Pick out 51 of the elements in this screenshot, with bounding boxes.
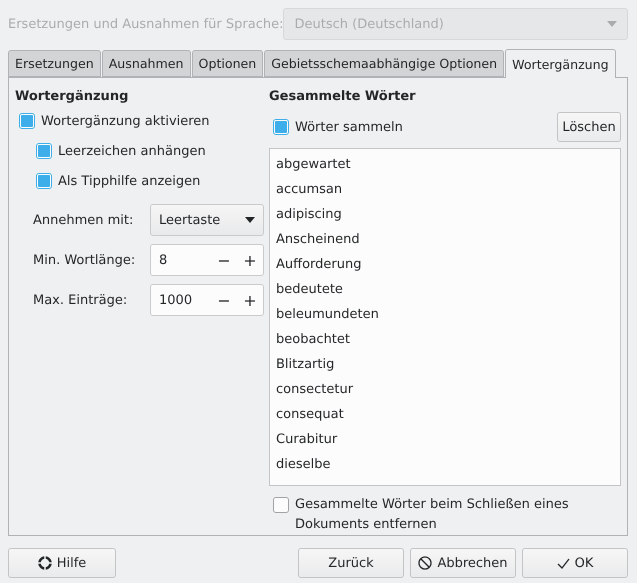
lifebuoy-icon [38,556,52,570]
list-item[interactable]: dieselbe [276,452,620,477]
section-heading: Gesammelte Wörter [269,88,417,106]
list-item[interactable]: Blitzartig [276,352,620,377]
cancel-icon [418,556,432,570]
tab[interactable]: Ersetzungen [8,50,101,77]
caret-icon [245,217,255,223]
checkbox[interactable] [36,173,52,189]
tab[interactable]: Gebietsschemaabhängige Optionen [264,50,504,77]
list-item[interactable]: beleumundeten [276,302,620,327]
spin-field[interactable]: 8 − + [150,244,264,276]
checkbox-label: Leerzeichen anhängen [58,144,206,158]
language-label: Ersetzungen und Ausnahmen für Sprache: [8,16,284,32]
list-item[interactable]: Curabitur [276,427,620,452]
ok-button[interactable]: OK [522,548,628,578]
list-item[interactable]: adipiscing [276,202,620,227]
cancel-button[interactable]: Abbrechen [410,548,516,578]
checkbox[interactable] [273,497,289,513]
list-item[interactable]: Anscheinend [276,227,620,252]
accept-dropdown[interactable]: Leertaste [150,204,264,236]
reset-button[interactable]: Zurück [298,548,404,578]
spin-label: Max. Einträge: [33,292,128,308]
checkbox[interactable] [36,143,52,159]
delete-button[interactable]: Löschen [557,112,621,142]
decrement-button[interactable]: − [211,245,237,275]
spin-label: Min. Wortlänge: [33,252,136,268]
list-item[interactable]: Aufforderung [276,252,620,277]
checkmark-icon [556,558,570,568]
list-item[interactable]: beobachtet [276,327,620,352]
checkbox-label: Gesammelte Wörter beim Schließen eines Dokuments entfernen [295,496,570,534]
list-item[interactable]: accumsan [276,177,620,202]
increment-button[interactable]: + [237,285,263,315]
checkbox-label: Wortergänzung aktivieren [41,114,210,128]
tab[interactable]: Optionen [192,50,264,77]
checkbox[interactable] [273,119,289,135]
help-button[interactable]: Hilfe [8,548,116,578]
tab[interactable]: Ausnahmen [102,50,191,77]
decrement-button[interactable]: − [211,285,237,315]
increment-button[interactable]: + [237,245,263,275]
accept-label: Annehmen mit: [33,212,134,228]
tab[interactable]: Wortergänzung [505,49,616,78]
checkbox-label: Wörter sammeln [295,120,403,134]
checkbox-label: Als Tipphilfe anzeigen [58,174,200,188]
checkbox[interactable] [19,113,35,129]
list-item[interactable]: consectetur [276,377,620,402]
section-heading: Wortergänzung [15,88,130,106]
list-item[interactable]: consequat [276,402,620,427]
list-item[interactable]: abgewartet [276,152,620,177]
list-item[interactable]: bedeutete [276,277,620,302]
caret-icon [607,21,617,27]
spin-field[interactable]: 1000 − + [150,284,264,316]
